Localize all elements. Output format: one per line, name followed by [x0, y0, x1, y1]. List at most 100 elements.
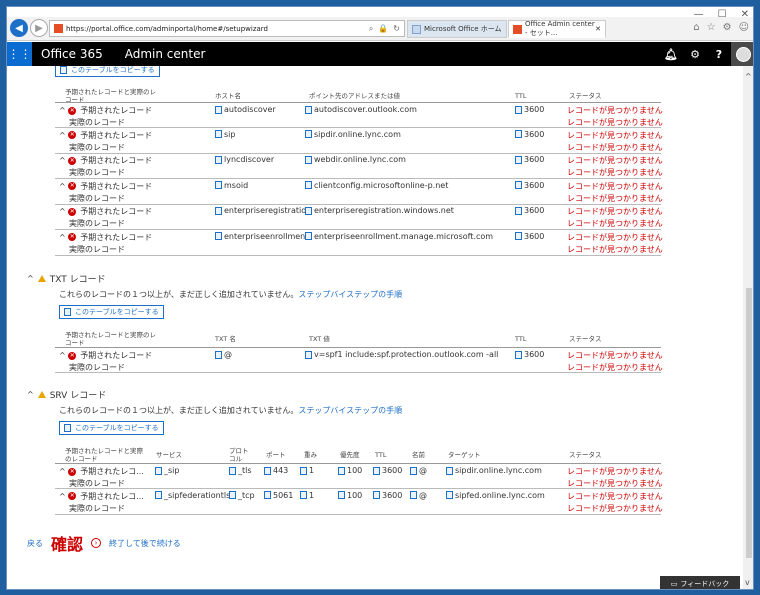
copy-icon[interactable] [215, 105, 222, 114]
favorites-icon[interactable]: ☆ [707, 22, 716, 33]
scroll-down-icon[interactable]: v [745, 578, 750, 587]
priority-cell[interactable]: 100 [338, 466, 362, 475]
collapse-icon[interactable]: ^ [59, 207, 68, 216]
copy-icon[interactable] [338, 466, 345, 475]
weight-cell[interactable]: 1 [300, 491, 314, 500]
copy-icon[interactable] [410, 491, 417, 499]
copy-icon[interactable] [515, 130, 522, 138]
copy-icon[interactable] [446, 491, 453, 499]
ttl-cell[interactable]: 3600 [515, 181, 544, 190]
copy-icon[interactable] [373, 491, 380, 499]
ttl-cell[interactable]: 3600 [515, 105, 544, 114]
protocol-cell[interactable]: _tcp [229, 491, 255, 500]
ttl-cell[interactable]: 3600 [515, 350, 544, 359]
copy-icon[interactable] [215, 206, 222, 215]
weight-cell[interactable]: 1 [300, 466, 314, 475]
copy-icon[interactable] [300, 491, 307, 499]
copy-table-button[interactable]: このテーブルをコピーする [55, 66, 160, 77]
txt-section-title[interactable]: ^ TXT レコード [27, 272, 106, 285]
value-cell[interactable]: webdir.online.lync.com [305, 155, 406, 164]
copy-icon[interactable] [305, 130, 312, 138]
name-cell[interactable]: @ [410, 491, 427, 500]
collapse-icon[interactable]: ^ [59, 492, 68, 501]
copy-icon[interactable] [515, 232, 522, 240]
copy-icon[interactable] [229, 466, 236, 475]
ttl-cell[interactable]: 3600 [515, 130, 544, 139]
copy-icon[interactable] [410, 466, 417, 475]
close-tab-icon[interactable]: ✕ [595, 25, 601, 33]
home-icon[interactable]: ⌂ [693, 22, 699, 33]
smiley-icon[interactable]: ☺ [739, 22, 749, 33]
help-icon[interactable]: ? [707, 48, 731, 61]
copy-icon[interactable] [215, 155, 222, 164]
host-cell[interactable]: lyncdiscover [215, 155, 274, 164]
copy-icon[interactable] [305, 350, 312, 359]
copy-icon[interactable] [264, 466, 271, 475]
service-cell[interactable]: _sip [155, 466, 179, 475]
srv-section-title[interactable]: ^ SRV レコード [27, 388, 106, 401]
refresh-icon[interactable]: ↻ [393, 24, 400, 34]
search-icon[interactable]: ⌕ [369, 24, 373, 34]
gear-icon[interactable]: ⚙ [683, 48, 707, 61]
target-cell[interactable]: sipfed.online.lync.com [446, 491, 545, 500]
copy-icon[interactable] [155, 466, 162, 475]
copy-icon[interactable] [446, 466, 453, 475]
tab-office-home[interactable]: Microsoft Office ホーム [407, 20, 507, 38]
host-cell[interactable]: msoid [215, 181, 248, 190]
step-by-step-link[interactable]: ステップバイステップの手順 [298, 406, 402, 415]
collapse-icon[interactable]: ^ [59, 182, 68, 191]
ttl-cell[interactable]: 3600 [515, 155, 544, 164]
copy-icon[interactable] [515, 105, 522, 114]
copy-icon[interactable] [229, 491, 236, 499]
copy-icon[interactable] [215, 350, 222, 359]
copy-icon[interactable] [264, 491, 271, 499]
bell-icon[interactable]: 🔔︎ [659, 48, 683, 61]
confirm-button[interactable]: 確認 [51, 531, 83, 555]
priority-cell[interactable]: 100 [338, 491, 362, 500]
value-cell[interactable]: sipdir.online.lync.com [305, 130, 401, 139]
settings-icon[interactable]: ⚙ [723, 22, 732, 33]
copy-icon[interactable] [515, 206, 522, 215]
collapse-icon[interactable]: ^ [59, 351, 68, 360]
copy-icon[interactable] [215, 181, 222, 189]
forward-button[interactable]: ▶ [30, 19, 48, 37]
collapse-icon[interactable]: ^ [27, 390, 34, 399]
copy-icon[interactable] [305, 181, 312, 189]
name-cell[interactable]: @ [410, 466, 427, 475]
collapse-icon[interactable]: ^ [59, 467, 68, 476]
collapse-icon[interactable]: ^ [59, 156, 68, 165]
finish-later-link[interactable]: 終了して後で続ける [109, 538, 181, 549]
ttl-cell[interactable]: 3600 [515, 232, 544, 241]
service-cell[interactable]: _sipfederationtls [155, 491, 230, 500]
copy-icon[interactable] [338, 491, 345, 499]
app-launcher-icon[interactable]: ⋮⋮ [7, 42, 32, 66]
collapse-icon[interactable]: ^ [59, 131, 68, 140]
scrollbar-thumb[interactable] [746, 288, 752, 558]
back-button[interactable]: ◀ [10, 19, 28, 37]
target-cell[interactable]: sipdir.online.lync.com [446, 466, 542, 475]
vertical-scrollbar[interactable]: ^ v [743, 66, 753, 589]
value-cell[interactable]: clientconfig.microsoftonline-p.net [305, 181, 448, 190]
scroll-up-icon[interactable]: ^ [745, 72, 752, 81]
arrow-circle-icon[interactable]: › [91, 538, 102, 548]
value-cell[interactable]: enterpriseenrollment.manage.microsoft.co… [305, 232, 493, 241]
value-cell[interactable]: enterpriseregistration.windows.net [305, 206, 454, 215]
brand-name[interactable]: Office 365 [41, 47, 103, 61]
copy-icon[interactable] [155, 491, 162, 499]
collapse-icon[interactable]: ^ [27, 274, 34, 283]
copy-icon[interactable] [215, 232, 222, 240]
feedback-button[interactable]: ▭ フィードバック [660, 576, 740, 589]
copy-icon[interactable] [515, 155, 522, 164]
port-cell[interactable]: 5061 [264, 491, 293, 500]
ttl-cell[interactable]: 3600 [373, 466, 402, 475]
copy-icon[interactable] [305, 155, 312, 164]
copy-icon[interactable] [515, 181, 522, 189]
txt-value-cell[interactable]: v=spf1 include:spf.protection.outlook.co… [305, 350, 498, 359]
value-cell[interactable]: autodiscover.outlook.com [305, 105, 417, 114]
port-cell[interactable]: 443 [264, 466, 288, 475]
address-bar[interactable]: https://portal.office.com/adminportal/ho… [49, 20, 405, 37]
host-cell[interactable]: enterpriseenrollment [215, 232, 308, 241]
copy-table-button[interactable]: このテーブルをコピーする [59, 305, 164, 319]
back-link[interactable]: 戻る [27, 538, 43, 549]
collapse-icon[interactable]: ^ [59, 106, 68, 115]
